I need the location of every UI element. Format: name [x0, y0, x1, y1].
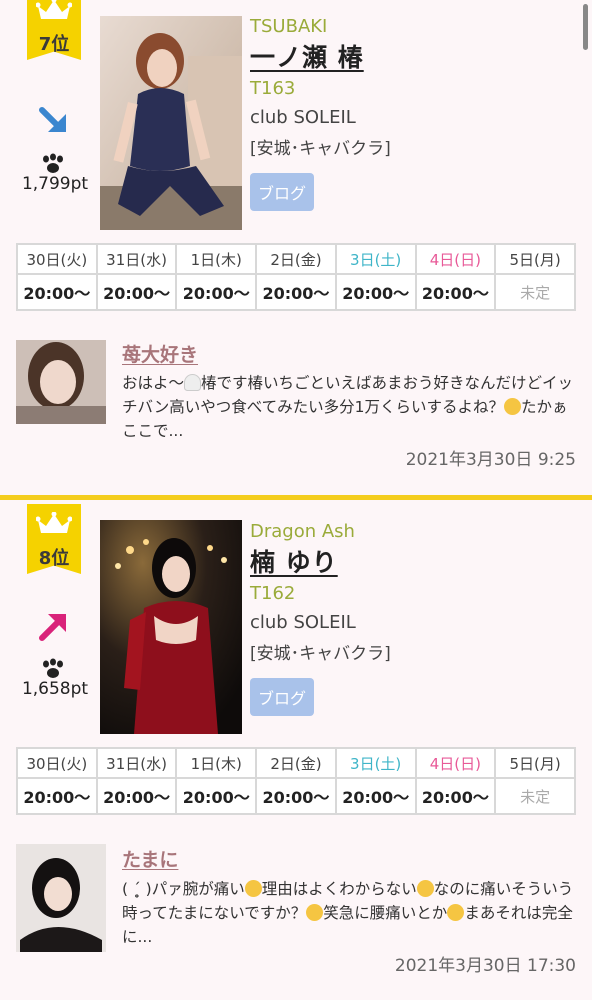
club-name: club SOLEIL [250, 107, 356, 128]
cast-photo[interactable] [100, 16, 242, 230]
schedule-day: 1日(木) [175, 747, 258, 779]
schedule-time: 20:00〜 [255, 777, 337, 815]
excerpt-text: 笑急に腰痛いとか [323, 904, 448, 922]
schedule-time: 20:00〜 [95, 273, 178, 311]
schedule-time: 20:00〜 [414, 273, 497, 311]
points: 1,799pt [21, 174, 89, 194]
crown-icon [36, 512, 72, 533]
schedule-day: 2日(金) [255, 243, 337, 275]
schedule-day: 31日(水) [95, 243, 178, 275]
schedule-day-sunday: 4日(日) [414, 243, 497, 275]
schedule-time: 20:00〜 [414, 777, 497, 815]
schedule-time: 20:00〜 [16, 273, 98, 311]
club-area: [安城･キャバクラ] [250, 139, 391, 159]
cast-name-link[interactable]: 楠 ゆり [250, 543, 391, 579]
frowning-emoji-icon [244, 880, 262, 897]
schedule-day: 2日(金) [255, 747, 337, 779]
schedule-day-sunday: 4日(日) [414, 747, 497, 779]
paw-icon [43, 658, 63, 678]
ranking-card: 8位 1,658pt Dragon Ash 楠 ゆり T162 club SOL… [0, 495, 592, 1000]
club-area: [安城･キャバクラ] [250, 644, 391, 664]
blog-button[interactable]: ブログ [250, 678, 315, 716]
cast-name-link[interactable]: 一ノ瀬 椿 [250, 38, 391, 74]
schedule-time: 20:00〜 [95, 777, 178, 815]
schedule-day: 5日(月) [494, 747, 576, 779]
rank-label: 8位 [38, 548, 70, 569]
trend-down-arrow-icon [39, 107, 66, 132]
schedule-time-undecided: 未定 [494, 777, 576, 815]
blog-post-title-link[interactable]: 苺大好き [122, 340, 198, 367]
blog-post-excerpt: ( ´̥̥̥ )パァ腕が痛い 理由はよくわからない なのに痛いそういう時ってたまにな… [122, 877, 578, 949]
cast-english-name: Dragon Ash [250, 521, 355, 542]
blog-button[interactable]: ブログ [250, 173, 315, 211]
cast-info: TSUBAKI 一ノ瀬 椿 T163 club SOLEIL [安城･キャバクラ… [250, 16, 391, 211]
excerpt-text: 理由はよくわからない [261, 880, 417, 898]
rolling-eyes-emoji-icon [504, 398, 522, 415]
trend-up-arrow-icon [39, 614, 66, 641]
club-name: club SOLEIL [250, 612, 356, 633]
schedule-day: 31日(水) [95, 747, 178, 779]
ranking-card: 7位 1,799pt TSUBAKI 一ノ瀬 椿 T163 club SOLEI… [0, 0, 592, 470]
schedule-day: 5日(月) [494, 243, 576, 275]
schedule-day: 30日(火) [16, 243, 98, 275]
schedule-day: 30日(火) [16, 747, 98, 779]
rank-badge: 7位 [27, 0, 81, 60]
white-heart-emoji-icon [184, 374, 202, 391]
schedule-time: 20:00〜 [334, 777, 417, 815]
cast-info: Dragon Ash 楠 ゆり T162 club SOLEIL [安城･キャバ… [250, 521, 391, 716]
paw-icon [43, 153, 63, 173]
cast-english-name: TSUBAKI [250, 16, 328, 37]
schedule-table: 30日(火) 31日(水) 1日(木) 2日(金) 3日(土) 4日(日) 5日… [16, 243, 576, 311]
excerpt-text: ( ´̥̥̥ )パァ腕が痛い [122, 880, 245, 898]
blog-post-thumbnail[interactable] [16, 340, 106, 424]
schedule-day: 1日(木) [175, 243, 258, 275]
schedule-time: 20:00〜 [334, 273, 417, 311]
pleading-emoji-icon [306, 904, 324, 921]
blog-post-title-link[interactable]: たまに [122, 845, 178, 872]
crown-icon [36, 0, 72, 19]
rank-label: 7位 [38, 34, 70, 55]
schedule-time: 20:00〜 [175, 273, 258, 311]
cast-height: T162 [250, 583, 296, 604]
rank-badge: 8位 [27, 504, 81, 574]
schedule-day-saturday: 3日(土) [334, 747, 417, 779]
blog-post-excerpt: おはよ〜 椿です椿いちごといえばあまおう好きなんだけどイッチバン高いやつ食べてみた… [122, 371, 578, 443]
cast-photo[interactable] [100, 520, 242, 734]
blog-post-date: 2021年3月30日 17:30 [394, 956, 576, 976]
schedule-time: 20:00〜 [16, 777, 98, 815]
points: 1,658pt [21, 679, 89, 699]
excerpt-text: おはよ〜 [122, 374, 185, 392]
blog-post-date: 2021年3月30日 9:25 [405, 450, 576, 470]
cast-height: T163 [250, 78, 296, 99]
laughing-emoji-icon [447, 904, 465, 921]
crying-emoji-icon [416, 880, 434, 897]
schedule-time: 20:00〜 [175, 777, 258, 815]
schedule-time-undecided: 未定 [494, 273, 576, 311]
schedule-time: 20:00〜 [255, 273, 337, 311]
schedule-day-saturday: 3日(土) [334, 243, 417, 275]
schedule-table: 30日(火) 31日(水) 1日(木) 2日(金) 3日(土) 4日(日) 5日… [16, 747, 576, 815]
blog-post-thumbnail[interactable] [16, 844, 106, 952]
